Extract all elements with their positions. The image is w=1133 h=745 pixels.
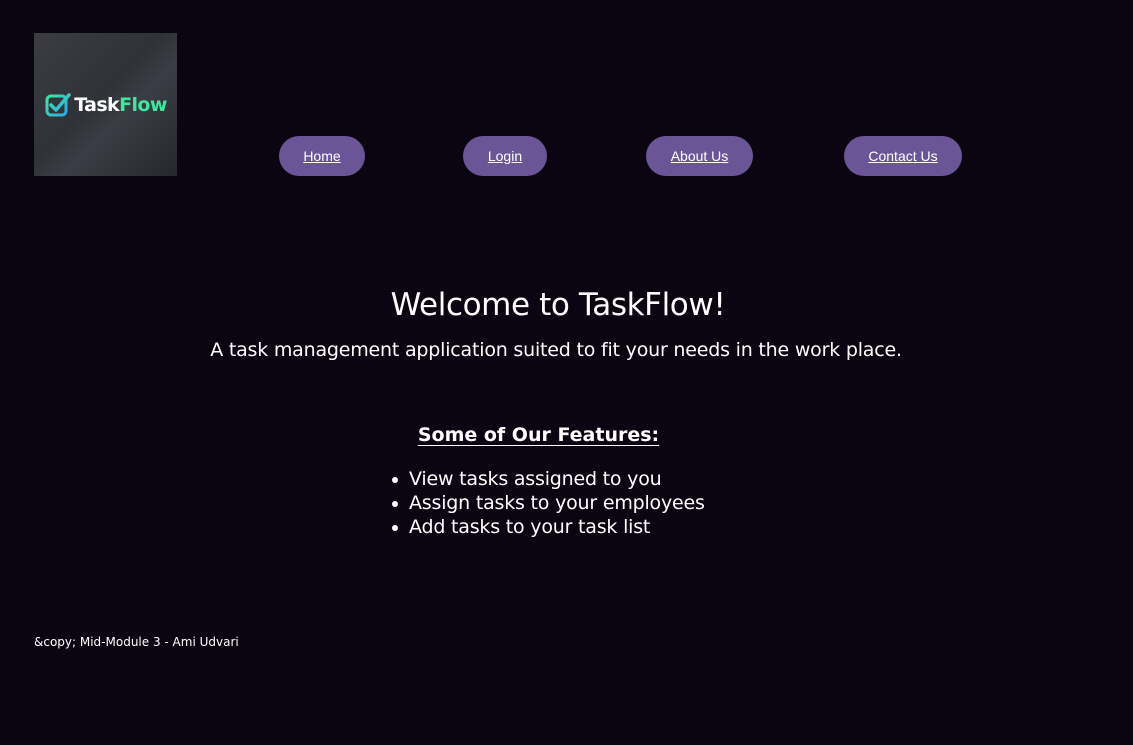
logo-mark: TaskFlow — [44, 91, 167, 119]
logo-word-task: Task — [74, 93, 120, 116]
features-heading: Some of Our Features: — [417, 424, 660, 446]
feature-item: Add tasks to your task list — [390, 515, 705, 539]
page-title: Welcome to TaskFlow! — [390, 287, 726, 323]
nav-login-button[interactable]: Login — [463, 136, 547, 176]
feature-item: View tasks assigned to you — [390, 467, 705, 491]
nav-home-button[interactable]: Home — [279, 136, 365, 176]
checkbox-check-icon — [45, 92, 71, 116]
page-subtitle: A task management application suited to … — [210, 339, 902, 361]
main-nav: Home Login About Us Contact Us — [0, 136, 1133, 176]
feature-item: Assign tasks to your employees — [390, 491, 705, 515]
logo-word-flow: Flow — [119, 93, 167, 116]
footer-copyright: &copy; Mid-Module 3 - Ami Udvari — [34, 635, 239, 649]
nav-about-us-button[interactable]: About Us — [646, 136, 753, 176]
features-list: View tasks assigned to you Assign tasks … — [390, 467, 705, 539]
logo-wordmark: TaskFlow — [74, 94, 167, 116]
nav-contact-us-button[interactable]: Contact Us — [844, 136, 962, 176]
